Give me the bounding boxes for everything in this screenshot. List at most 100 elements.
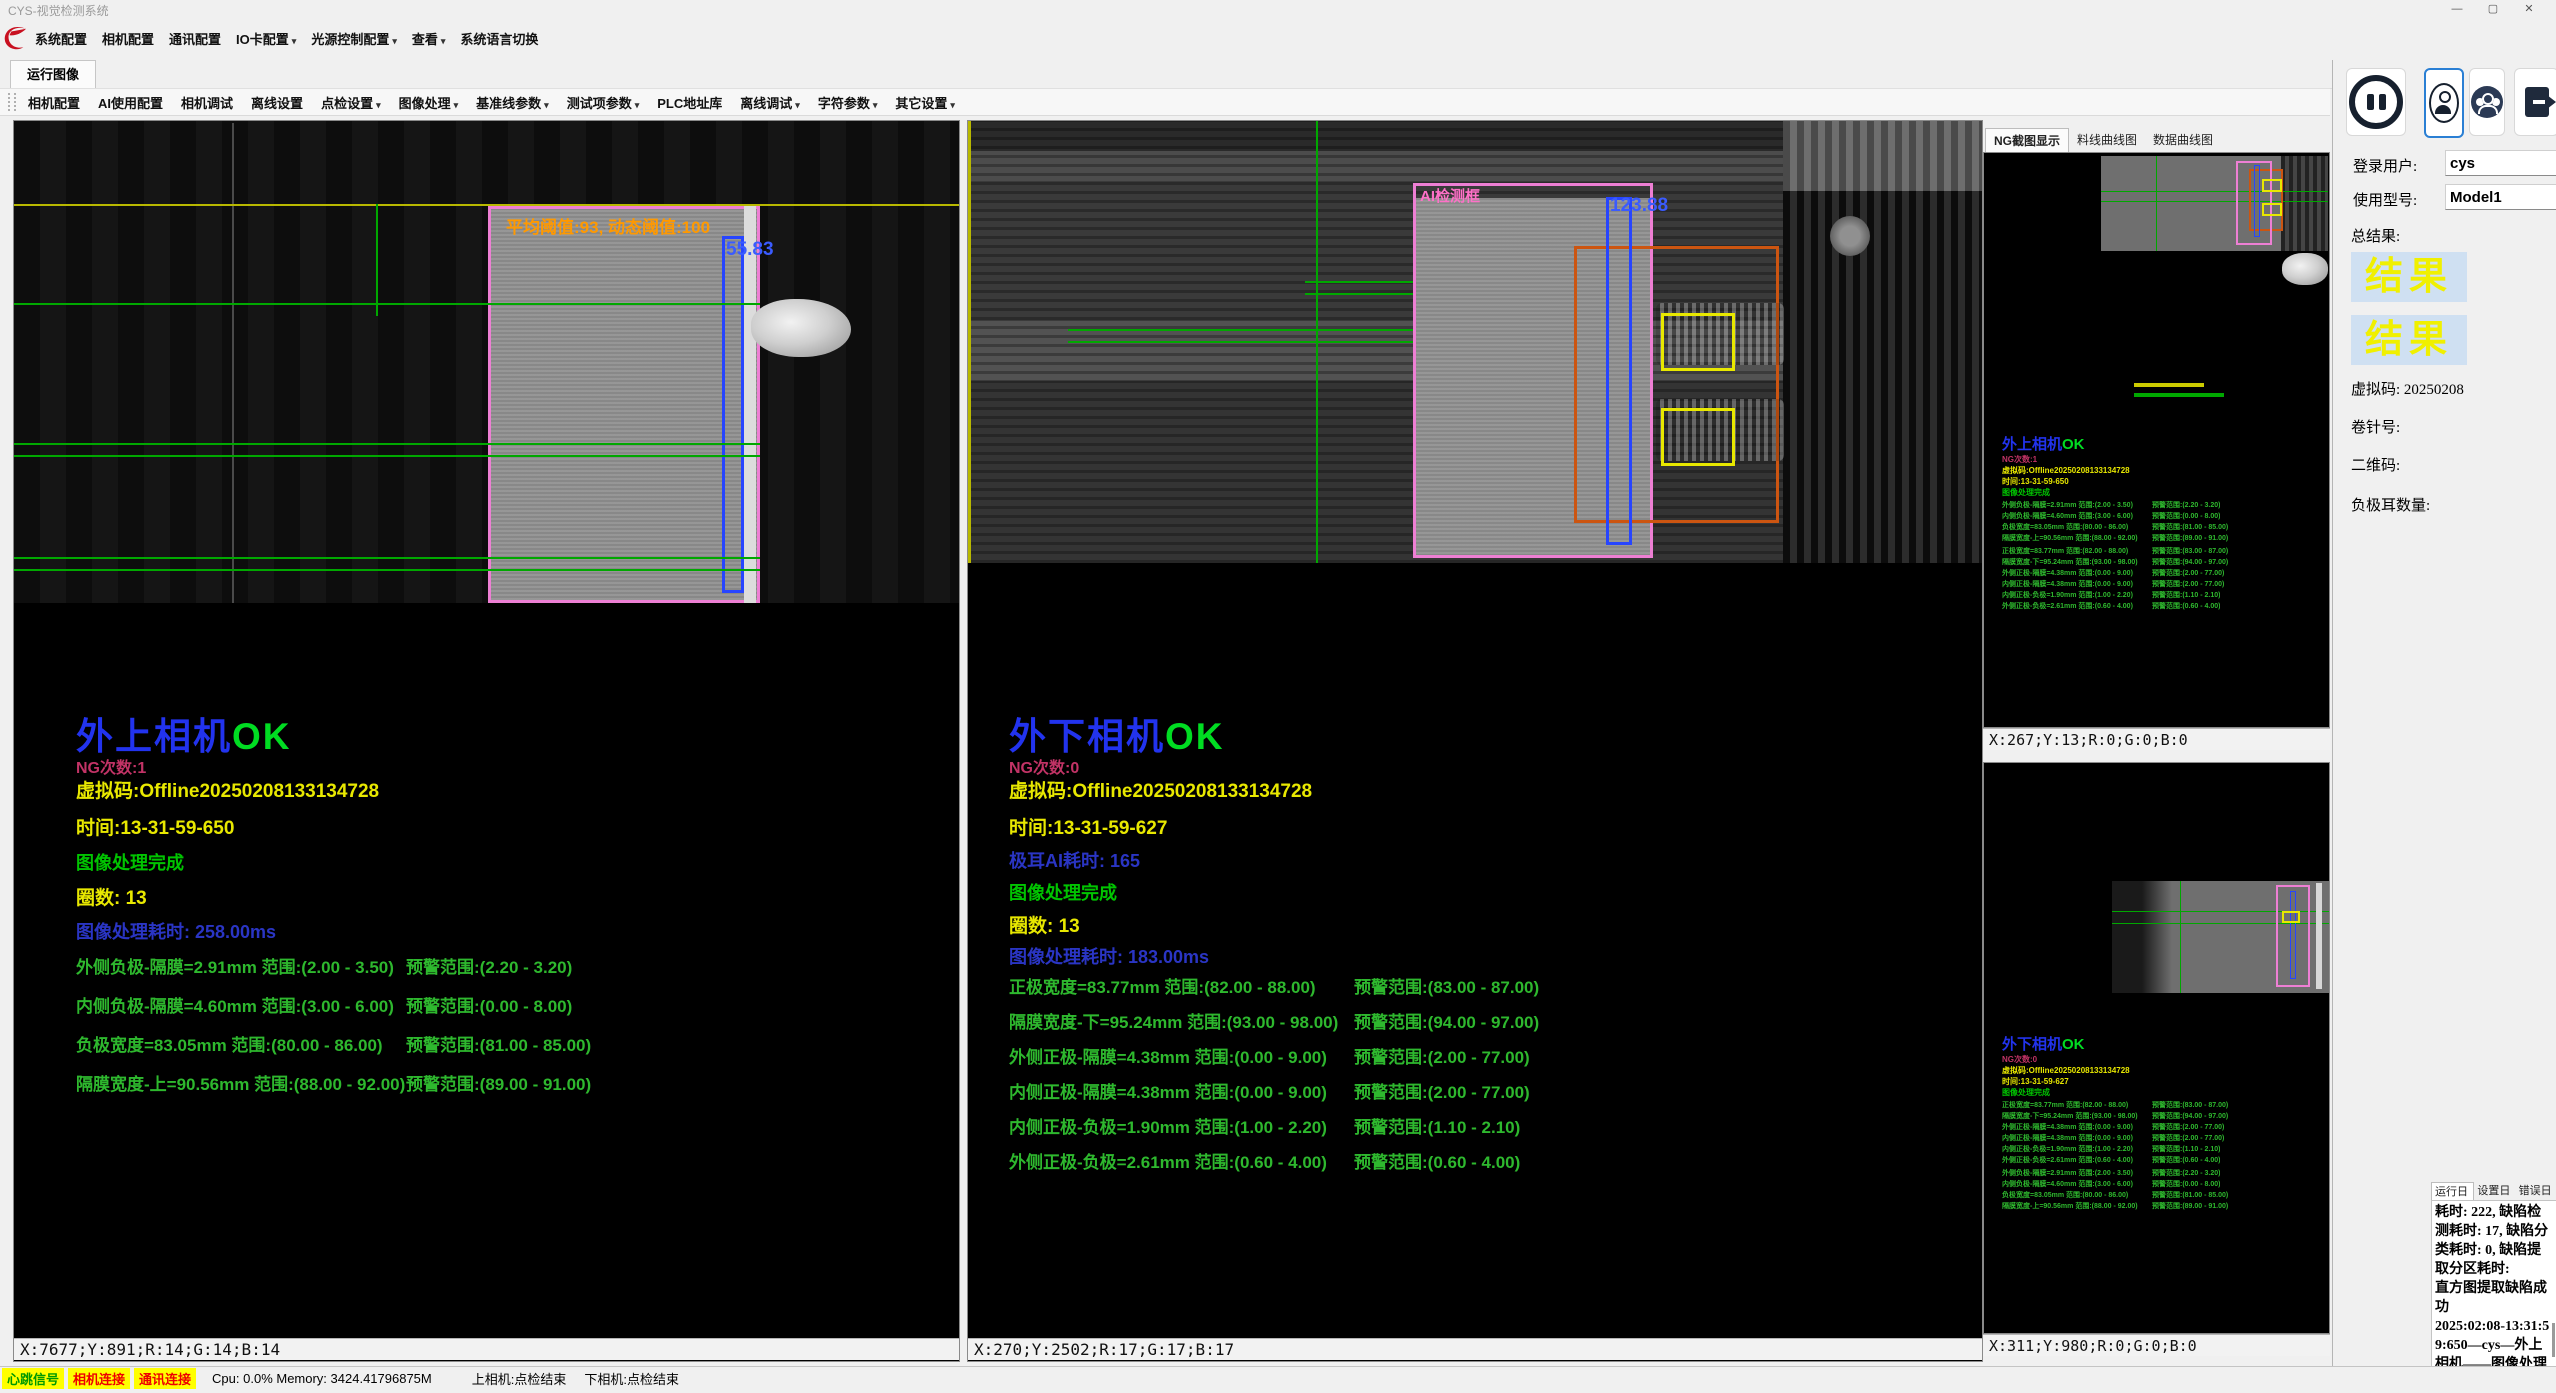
mini-blue-box [2290,891,2296,979]
chevron-down-icon: ▾ [635,100,640,110]
tab-line-curve[interactable]: 料线曲线图 [2069,128,2145,152]
tool-camera-debug[interactable]: 相机调试 [181,93,233,112]
menu-view[interactable]: 查看▾ [412,29,446,48]
blue-measure-box [1606,197,1632,545]
camera-result-title: 外下相机OK [1009,706,1225,760]
login-user-field[interactable] [2445,150,2556,176]
process-done-text: 图像处理完成 [76,849,184,875]
measurement-value: 内侧正极-隔膜=4.38mm 范围:(0.00 - 9.00) [1009,1078,1354,1113]
model-field[interactable] [2445,184,2556,210]
exit-button[interactable] [2514,68,2556,136]
yellow-detect-box-upper [1661,313,1735,371]
toolbar-grip-icon[interactable] [8,93,16,111]
log-tab-bar: 运行日志 设置日志 错误日志 [2431,1182,2556,1200]
total-result-label: 总结果: [2351,225,2400,246]
comm-connect-status: 通讯连接 [134,1368,196,1389]
menu-camera-config[interactable]: 相机配置 [102,29,154,48]
user-button[interactable] [2424,68,2464,138]
ng-panel: NG截图显示 料线曲线图 数据曲线图 外上相机OK NG次数:1 虚拟码:Off… [1983,120,2330,1360]
green-caliper-line [14,455,760,457]
app-logo-icon [3,22,27,54]
tool-camera-config[interactable]: 相机配置 [28,93,80,112]
thumbnail-pixel-status: X:267;Y:13;R:0;G:0;B:0 [1983,728,2330,750]
time-text: 时间:13-31-59-650 [76,813,234,840]
measurement-value: 内侧负极-隔膜=4.60mm 范围:(3.00 - 6.00) [76,992,406,1031]
mini-measurements: 外侧负极-隔膜=2.91mm 范围:(2.00 - 3.50)预警范围:(2.2… [2002,500,2228,544]
tool-test-item-params[interactable]: 测试项参数▾ [567,93,640,112]
roll-pin-label: 卷针号: [2351,416,2400,437]
log-line: 耗时: 222, 缺陷检测耗时: 17, 缺陷分类耗时: 0, 缺陷提取分区耗时… [2435,1203,2553,1279]
status-bar: 心跳信号 相机连接 通讯连接 Cpu: 0.0% Memory: 3424.41… [0,1366,2556,1390]
green-caliper-line [14,569,760,571]
lower-camera-check-status: 下相机:点检结束 [584,1369,679,1388]
pause-icon [2349,75,2403,129]
measurement-row: 隔膜宽度-下=95.24mm 范围:(93.00 - 98.00)预警范围:(9… [1009,1008,1539,1043]
green-caliper-line [14,443,760,445]
menu-system-config[interactable]: 系统配置 [35,29,87,48]
green-caliper-line [14,303,760,305]
log-text-area[interactable]: 耗时: 222, 缺陷检测耗时: 17, 缺陷分类耗时: 0, 缺陷提取分区耗时… [2431,1200,2556,1368]
document-tab-row: 运行图像 [0,58,2556,89]
loop-count-text: 圈数: 13 [1009,911,1080,938]
tab-ng-screenshot[interactable]: NG截图显示 [1985,128,2069,152]
measurement-row: 正极宽度=83.77mm 范围:(82.00 - 88.00)预警范围:(83.… [1009,973,1539,1008]
mini-text-block: 外上相机OK NG次数:1 虚拟码:Offline202502081331347… [2002,433,2228,612]
measurement-value: 外侧负极-隔膜=2.91mm 范围:(2.00 - 3.50) [76,953,406,992]
mini-time: 时间:13-31-59-650 [2002,476,2228,487]
user-group-button[interactable] [2469,68,2505,136]
mini-blue-box [2254,165,2260,237]
tool-baseline-params[interactable]: 基准线参数▾ [476,93,549,112]
menu-light-control-config[interactable]: 光源控制配置▾ [311,29,397,48]
tab-run-log[interactable]: 运行日志 [2431,1182,2474,1200]
pause-button[interactable] [2346,68,2406,136]
tool-other-settings[interactable]: 其它设置▾ [895,93,955,112]
tool-plc-address-lib[interactable]: PLC地址库 [657,93,722,112]
menu-language-switch[interactable]: 系统语言切换 [460,29,538,48]
ng-thumbnail-lower[interactable]: 外下相机OK NG次数:0 虚拟码:Offline202502081331347… [1983,762,2330,1334]
menu-io-card-config[interactable]: IO卡配置▾ [236,29,296,48]
tool-spot-check[interactable]: 点检设置▾ [321,93,381,112]
measurement-row: 外侧正极-隔膜=4.38mm 范围:(0.00 - 9.00)预警范围:(2.0… [1009,1043,1539,1078]
chevron-down-icon: ▾ [441,36,446,46]
tool-offline-settings[interactable]: 离线设置 [251,93,303,112]
measurement-row: 内侧正极-隔膜=4.38mm 范围:(0.00 - 9.00)预警范围:(2.0… [1009,1078,1539,1113]
warning-range: 预警范围:(81.00 - 85.00) [406,1031,591,1070]
mini-green-line [2101,201,2328,202]
tab-settings-log[interactable]: 设置日志 [2474,1182,2515,1200]
chevron-down-icon: ▾ [454,100,459,110]
upper-camera-view[interactable]: 平均阈值:93, 动态阈值:100 55.83 外上相机OK NG次数:1 虚拟… [13,120,960,1362]
mini-metal-pin [2282,253,2328,285]
loop-count-text: 圈数: 13 [76,883,147,910]
ng-thumbnail-upper[interactable]: 外上相机OK NG次数:1 虚拟码:Offline202502081331347… [1983,152,2330,728]
measurement-value: 隔膜宽度-上=90.56mm 范围:(88.00 - 92.00) [76,1070,406,1109]
cursor-pixel-status: X:270;Y:2502;R:17;G:17;B:17 [968,1338,1982,1360]
machine-rail-band [1783,121,1982,191]
qr-code-label: 二维码: [2351,454,2400,475]
model-label: 使用型号: [2353,189,2417,210]
tool-ai-usage-config[interactable]: AI使用配置 [98,93,163,112]
mini-done: 图像处理完成 [2002,1087,2228,1098]
ng-count-text: NG次数:1 [76,754,146,778]
tab-error-log[interactable]: 错误日志 [2516,1182,2556,1200]
lower-camera-view[interactable]: AI检测框 123.88 外下相机OK NG次数:0 虚拟码:Offline20… [967,120,1983,1362]
ok-badge: OK [232,716,292,757]
tool-image-processing[interactable]: 图像处理▾ [399,93,459,112]
log-scrollbar[interactable] [2552,1323,2555,1357]
maximize-button[interactable]: ▢ [2476,0,2510,18]
virtual-code-text: 虚拟码:Offline20250208133134728 [76,776,379,803]
mini-title: 外上相机OK [2002,433,2228,454]
mini-code: 虚拟码:Offline20250208133134728 [2002,465,2228,476]
tool-char-params[interactable]: 字符参数▾ [818,93,878,112]
tab-data-curve[interactable]: 数据曲线图 [2145,128,2221,152]
minimize-button[interactable]: — [2440,0,2474,18]
tool-offline-debug[interactable]: 离线调试▾ [740,93,800,112]
close-button[interactable]: ✕ [2512,0,2546,18]
menu-comm-config[interactable]: 通讯配置 [169,29,221,48]
title-bar: CYS-视觉检测系统 — ▢ ✕ [0,0,2556,18]
mini-text-block: 外下相机OK NG次数:0 虚拟码:Offline202502081331347… [2002,1033,2228,1212]
tab-run-image[interactable]: 运行图像 [10,60,96,89]
chevron-down-icon: ▾ [376,100,381,110]
chevron-down-icon: ▾ [392,36,397,46]
thumbnail-pixel-status: X:311;Y:980;R:0;G:0;B:0 [1983,1334,2330,1356]
bright-edge-strip [744,206,756,603]
